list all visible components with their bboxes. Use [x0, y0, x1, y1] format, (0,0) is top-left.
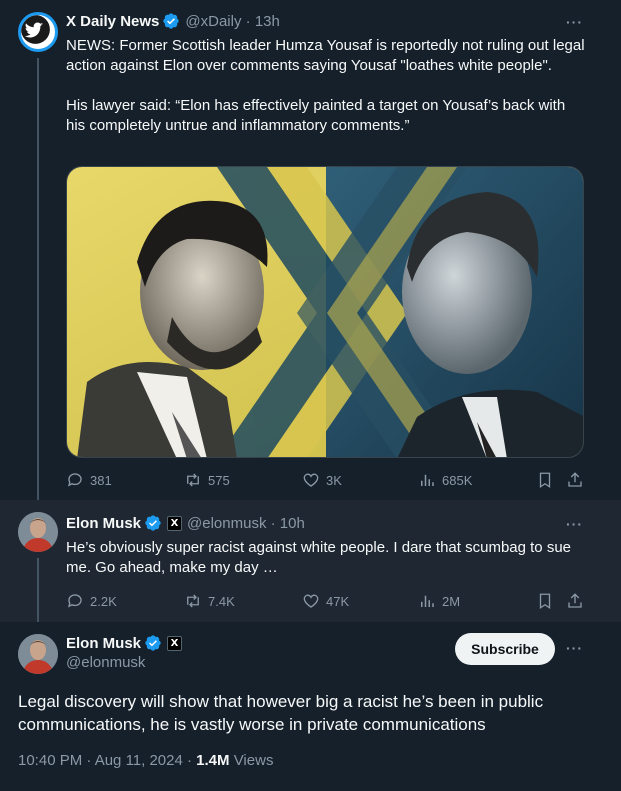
- tweet-photo-illustration: [67, 167, 583, 457]
- view-count: 2M: [442, 593, 461, 609]
- like-count: 3K: [326, 472, 342, 488]
- tweet-paragraph-1: NEWS: Former Scottish leader Humza Yousa…: [66, 37, 585, 74]
- tweet-actions: 2.2K 7.4K 47K 2M: [66, 592, 586, 612]
- avatar-x-daily-news[interactable]: [18, 12, 58, 52]
- tweet-header: Elon Musk X: [66, 634, 183, 652]
- view-count: 685K: [442, 472, 473, 488]
- share-icon[interactable]: [566, 592, 584, 610]
- thread-line: [37, 558, 39, 622]
- reply-button[interactable]: 2.2K: [66, 592, 117, 610]
- more-options-icon[interactable]: ···: [566, 640, 583, 656]
- avatar-elon-musk[interactable]: [18, 634, 58, 674]
- tweet-time[interactable]: 10h: [280, 515, 305, 532]
- tweet-header: X Daily News @xDaily · 13h: [66, 12, 280, 30]
- x-affiliate-badge-icon: X: [167, 515, 183, 531]
- verified-badge-icon: [145, 515, 161, 531]
- reply-icon: [67, 594, 82, 608]
- tweet-actions: 381 575 3K 685K: [66, 471, 586, 491]
- repost-count: 7.4K: [208, 593, 235, 609]
- repost-button[interactable]: 575: [184, 471, 230, 489]
- author-name[interactable]: X Daily News: [66, 13, 159, 30]
- repost-button[interactable]: 7.4K: [184, 592, 235, 610]
- tweet-paragraph-2: His lawyer said: “Elon has effectively p…: [66, 97, 566, 134]
- avatar-elon-musk[interactable]: [18, 512, 58, 552]
- tweet-text: NEWS: Former Scottish leader Humza Yousa…: [66, 36, 586, 136]
- author-name[interactable]: Elon Musk: [66, 515, 141, 532]
- tweet-time[interactable]: 13h: [255, 13, 280, 30]
- verified-badge-icon: [163, 13, 180, 29]
- more-options-icon[interactable]: ···: [566, 516, 583, 532]
- profile-photo-icon: [18, 634, 58, 674]
- reply-count: 2.2K: [90, 593, 117, 609]
- like-button[interactable]: 3K: [302, 471, 342, 489]
- author-handle[interactable]: @elonmusk: [66, 654, 145, 671]
- heart-icon: [303, 473, 319, 487]
- more-options-icon[interactable]: ···: [566, 14, 583, 30]
- tweet-header: Elon Musk X @elonmusk · 10h: [66, 514, 305, 532]
- views-label: Views: [233, 752, 274, 769]
- profile-photo-icon: [18, 512, 58, 552]
- like-button[interactable]: 47K: [302, 592, 349, 610]
- repost-count: 575: [208, 472, 230, 488]
- tweet-reply-elon-musk[interactable]: Elon Musk X @elonmusk · 10h ··· He’s obv…: [0, 500, 621, 622]
- views-button[interactable]: 685K: [418, 471, 472, 489]
- x-affiliate-badge-icon: X: [167, 635, 183, 651]
- heart-icon: [303, 594, 319, 608]
- bar-chart-icon: [421, 595, 434, 607]
- author-handle[interactable]: @elonmusk: [187, 515, 266, 532]
- like-count: 47K: [326, 593, 350, 609]
- bar-chart-icon: [421, 474, 434, 486]
- author-handle[interactable]: @xDaily: [185, 13, 241, 30]
- separator-dot: ·: [241, 12, 255, 30]
- bookmark-icon[interactable]: [536, 592, 554, 610]
- repost-icon: [187, 594, 199, 608]
- bird-logo-icon: [21, 15, 50, 44]
- share-icon[interactable]: [566, 471, 584, 489]
- author-name[interactable]: Elon Musk: [66, 635, 141, 652]
- tweet-timestamp[interactable]: 10:40 PM · Aug 11, 2024 ·: [18, 752, 196, 769]
- views-button[interactable]: 2M: [418, 592, 460, 610]
- bookmark-icon[interactable]: [536, 471, 554, 489]
- thread-line: [37, 58, 39, 500]
- views-count: 1.4M: [196, 752, 230, 769]
- reply-icon: [67, 473, 82, 487]
- tweet-text: He’s obviously super racist against whit…: [66, 539, 572, 576]
- reply-count: 381: [90, 472, 112, 488]
- repost-icon: [187, 473, 199, 487]
- verified-badge-icon: [145, 635, 161, 651]
- subscribe-button[interactable]: Subscribe: [455, 633, 555, 665]
- tweet-x-daily-news[interactable]: X Daily News @xDaily · 13h ··· NEWS: For…: [0, 0, 621, 500]
- tweet-meta: 10:40 PM · Aug 11, 2024 · 1.4M Views: [18, 752, 273, 769]
- separator-dot: ·: [266, 514, 280, 532]
- tweet-image[interactable]: [66, 166, 584, 458]
- reply-button[interactable]: 381: [66, 471, 112, 489]
- tweet-text: Legal discovery will show that however b…: [18, 692, 544, 734]
